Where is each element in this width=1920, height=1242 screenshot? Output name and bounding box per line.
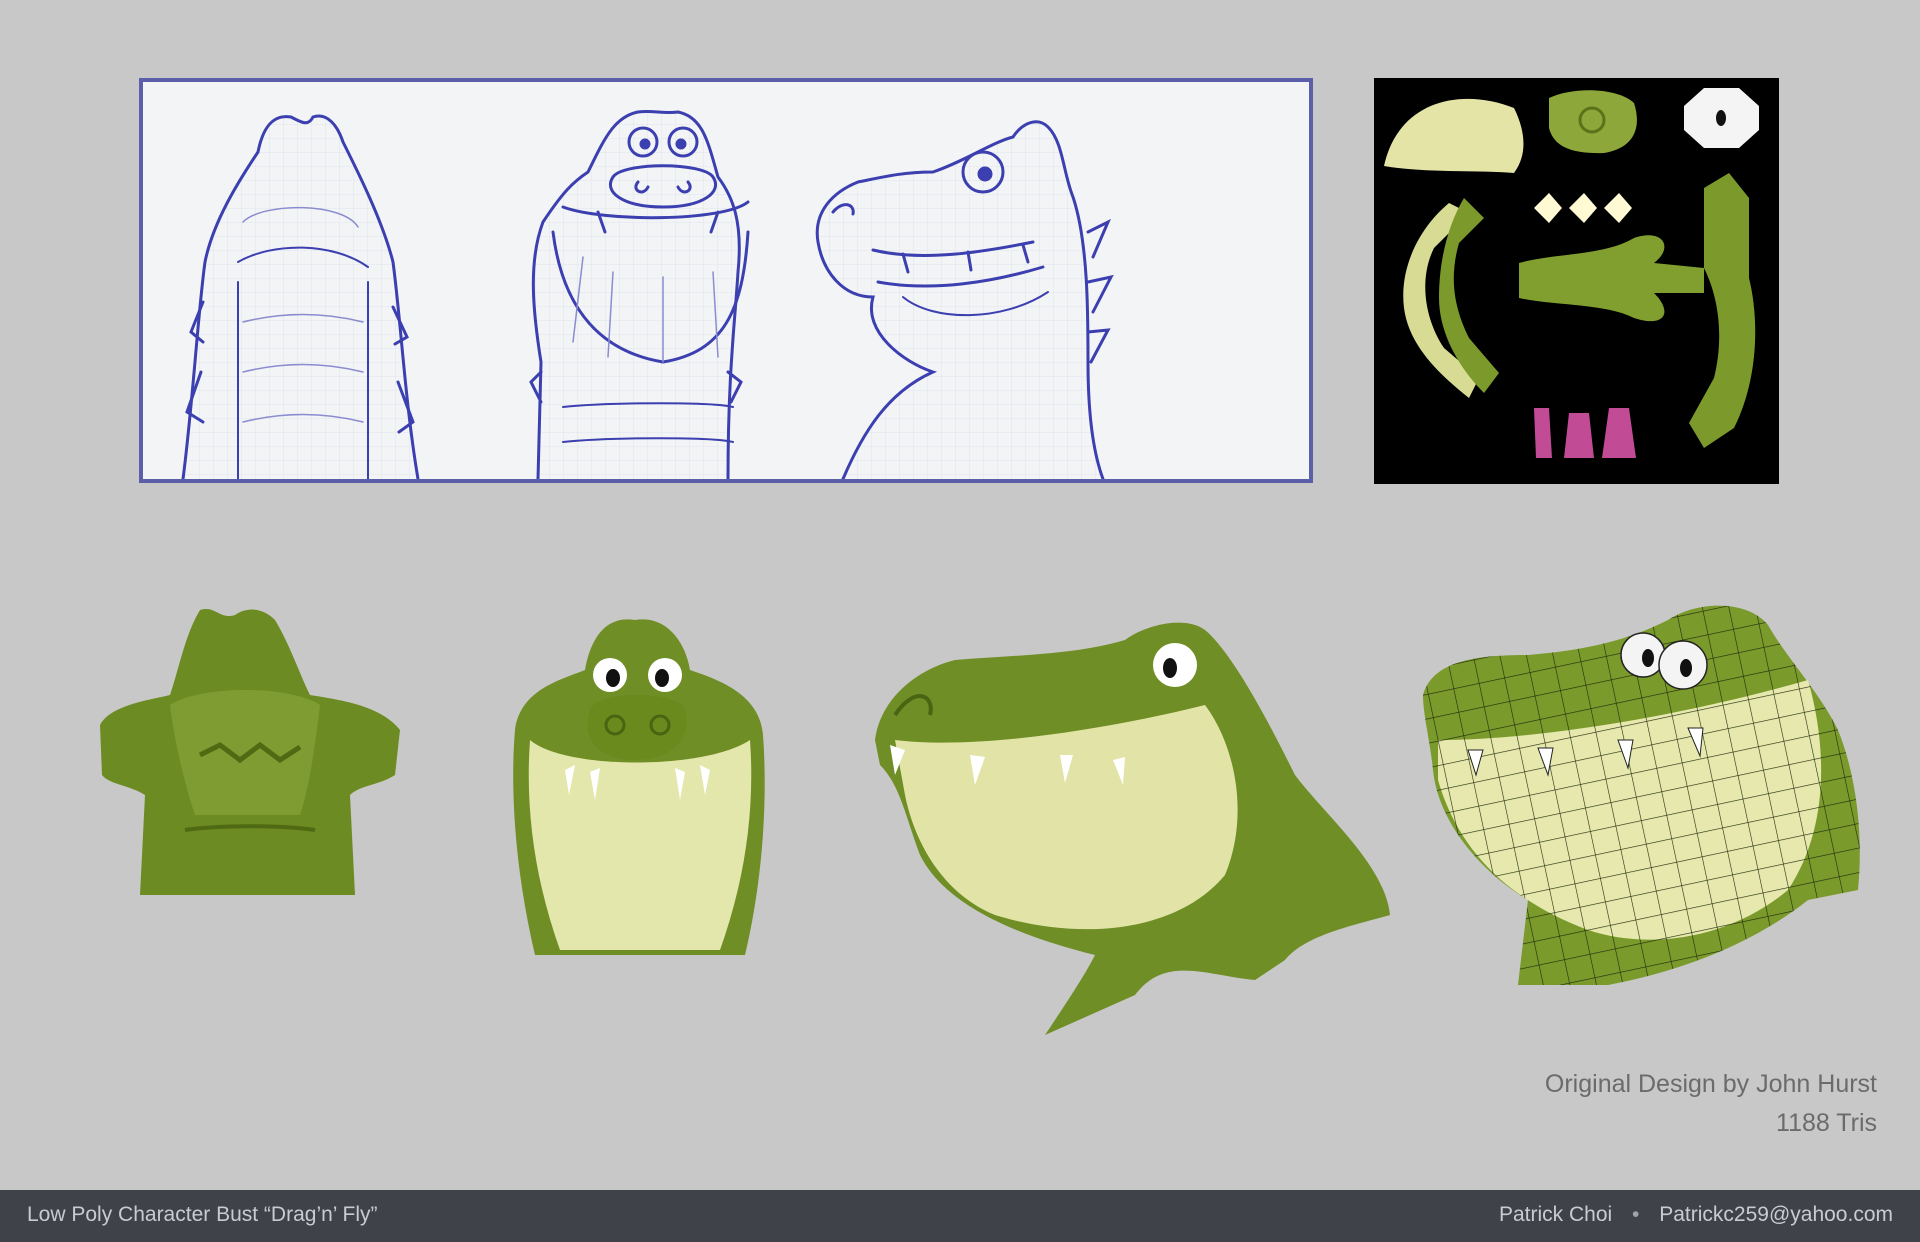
croc-back-shape <box>100 608 400 895</box>
project-title: Low Poly Character Bust “Drag’n’ Fly” <box>27 1203 378 1226</box>
render-front-view <box>505 610 770 965</box>
triangle-count: 1188 Tris <box>1776 1109 1877 1137</box>
render-wireframe-view <box>1408 600 1868 985</box>
croc-front-shape <box>513 619 765 955</box>
uv-islands <box>1384 88 1759 458</box>
sketch-back-view <box>181 114 420 479</box>
contact-info: Patrick Choi • Patrickc259@yahoo.com <box>1499 1203 1893 1227</box>
render-back-view <box>90 605 410 905</box>
render-side-view <box>875 615 1395 1040</box>
footer-bar: Low Poly Character Bust “Drag’n’ Fly” Pa… <box>0 1190 1920 1242</box>
uv-texture-map <box>1374 78 1779 484</box>
croc-side-shape <box>875 622 1390 1035</box>
croc-wireframe-shape <box>1423 605 1860 985</box>
separator-dot: • <box>1632 1203 1640 1226</box>
concept-sketch-panel <box>139 78 1313 483</box>
sketch-front-view <box>529 109 750 479</box>
author-name: Patrick Choi <box>1498 1203 1613 1226</box>
sketch-drawings <box>181 109 1114 479</box>
credits-block: Original Design by John Hurst 1188 Tris <box>1545 1065 1877 1143</box>
email-link[interactable]: Patrickc259@yahoo.com <box>1659 1203 1893 1226</box>
sketch-side-view <box>815 120 1114 479</box>
design-credit: Original Design by John Hurst <box>1544 1070 1877 1098</box>
